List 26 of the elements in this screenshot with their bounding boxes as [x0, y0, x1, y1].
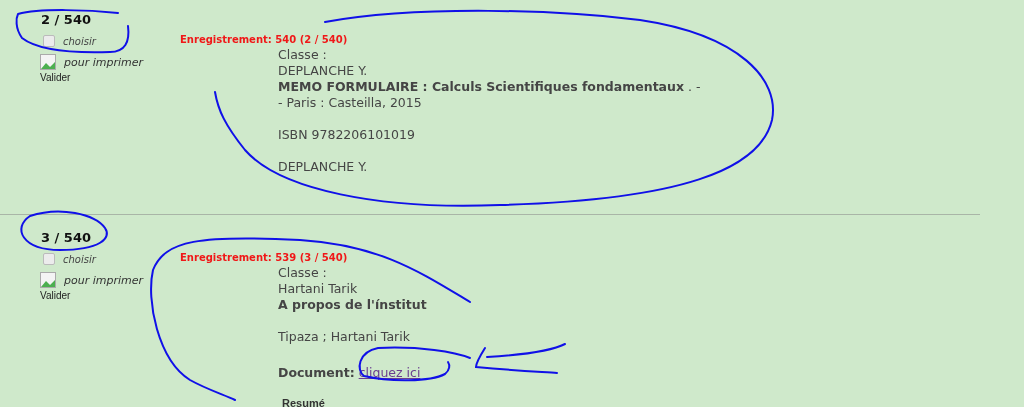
print-label[interactable]: pour imprimer	[64, 273, 144, 290]
image-alt-text: Valider	[40, 289, 71, 302]
record-text: DEPLANCHE Y.	[278, 63, 368, 78]
record-text: Hartani Tarik	[278, 281, 358, 296]
record-heading: Enregistrement: 539 (3 / 540)	[180, 251, 348, 265]
document-label: Document:	[278, 365, 355, 381]
record-text: MEMO FORMULAIRE : Calculs Scientifiques fondamentaux . -	[278, 79, 701, 94]
image-alt-text: Valider	[40, 71, 71, 84]
broken-image-icon	[40, 272, 56, 288]
print-label[interactable]: pour imprimer	[64, 55, 144, 72]
broken-image-icon	[40, 54, 56, 70]
select-label: choisir	[63, 252, 96, 267]
record-title: A propos de l'ínstitut	[278, 297, 427, 312]
record-text: Classe :	[278, 47, 327, 62]
record-counter: 3 / 540	[40, 229, 91, 247]
record-text: DEPLANCHE Y.	[278, 159, 368, 174]
record-heading: Enregistrement: 540 (2 / 540)	[180, 33, 348, 47]
record-text: Classe :	[278, 265, 327, 280]
record-text: Tipaza ; Hartani Tarik	[278, 329, 410, 344]
record-text: - Paris : Casteilla, 2015	[278, 95, 422, 110]
record-counter: 2 / 540	[40, 11, 91, 29]
section-heading: Resumé	[282, 397, 325, 407]
select-label: choisir	[63, 34, 96, 49]
record-text: ISBN 9782206101019	[278, 127, 415, 142]
select-checkbox[interactable]	[43, 253, 55, 265]
select-checkbox[interactable]	[43, 35, 55, 47]
